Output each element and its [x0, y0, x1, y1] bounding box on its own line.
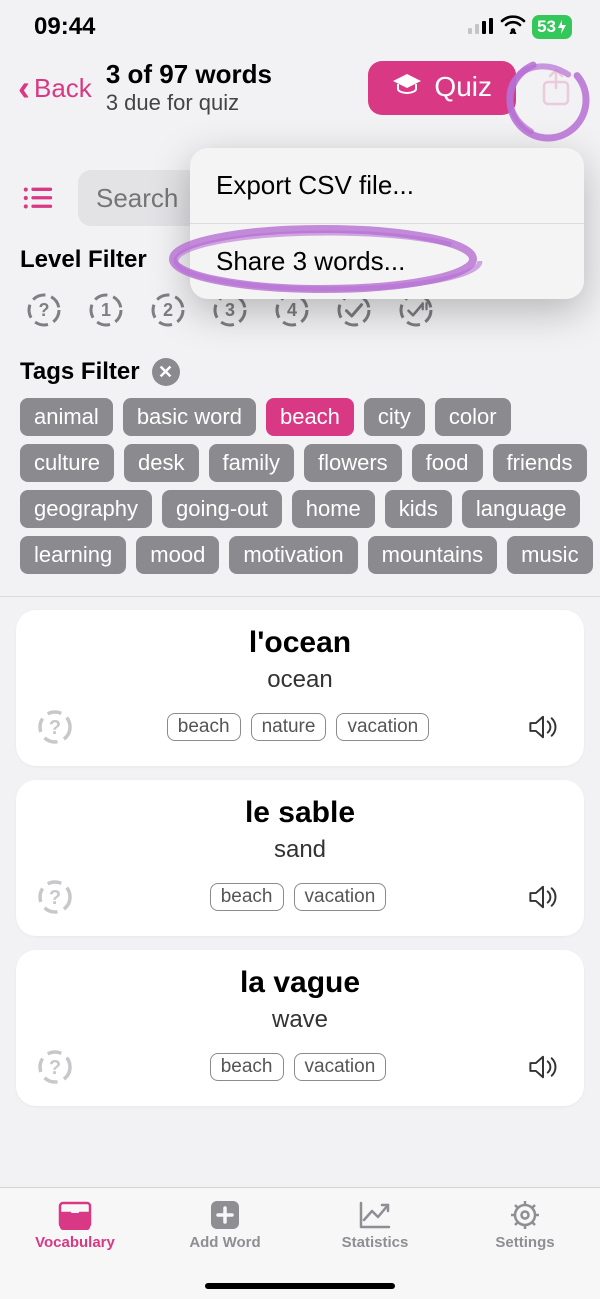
tag-mood[interactable]: mood [136, 536, 219, 574]
tag-friends[interactable]: friends [493, 444, 587, 482]
tab-vocabulary[interactable]: Vocabulary [0, 1188, 150, 1299]
word-card[interactable]: l'ocean ocean? beach nature vacation [16, 610, 584, 766]
word-tag: beach [210, 883, 284, 911]
level-filter-?[interactable]: ? [20, 286, 68, 334]
svg-text:4: 4 [287, 300, 297, 320]
word-tag: nature [251, 713, 327, 741]
share-menu: Export CSV file... Share 3 words... [190, 148, 584, 299]
page-title: 3 of 97 words [106, 60, 357, 90]
quiz-label: Quiz [434, 71, 492, 103]
tag-motivation[interactable]: motivation [229, 536, 357, 574]
word-term: le sable [36, 796, 564, 830]
tag-language[interactable]: language [462, 490, 581, 528]
share-icon [540, 68, 572, 108]
battery-percent: 53 [537, 17, 556, 37]
tag-music[interactable]: music [507, 536, 592, 574]
tag-city[interactable]: city [364, 398, 425, 436]
word-tag: vacation [294, 883, 387, 911]
word-term: l'ocean [36, 626, 564, 660]
cellular-icon [468, 13, 494, 41]
divider [0, 596, 600, 597]
level-filter-1[interactable]: 1 [82, 286, 130, 334]
tag-kids[interactable]: kids [385, 490, 452, 528]
gear-icon [506, 1198, 544, 1232]
menu-share-words[interactable]: Share 3 words... [190, 224, 584, 299]
word-translation: wave [36, 1006, 564, 1034]
title-block: 3 of 97 words 3 due for quiz [106, 60, 357, 116]
quiz-button[interactable]: Quiz [368, 61, 516, 115]
inbox-icon [56, 1198, 94, 1232]
tags-filter: Tags Filter ✕ animalbasic wordbeachcityc… [0, 358, 600, 582]
clear-tags-button[interactable]: ✕ [152, 358, 180, 386]
plus-square-icon [206, 1198, 244, 1232]
home-indicator [205, 1283, 395, 1289]
word-term: la vague [36, 966, 564, 1000]
speaker-icon [528, 1050, 558, 1084]
word-tag: vacation [294, 1053, 387, 1081]
back-button[interactable]: ‹ Back [18, 70, 98, 106]
word-card[interactable]: la vague wave? beach vacation [16, 950, 584, 1106]
menu-export-csv[interactable]: Export CSV file... [190, 148, 584, 223]
level-filter-2[interactable]: 2 [144, 286, 192, 334]
tag-family[interactable]: family [209, 444, 294, 482]
tag-food[interactable]: food [412, 444, 483, 482]
close-icon: ✕ [158, 362, 173, 383]
word-level-icon: ? [36, 1048, 74, 1086]
back-label: Back [34, 73, 92, 104]
battery-badge: 53 [532, 15, 572, 39]
speak-button[interactable] [522, 1046, 564, 1088]
tag-color[interactable]: color [435, 398, 511, 436]
svg-text:?: ? [49, 717, 61, 739]
status-right: 53 [468, 13, 572, 41]
word-level-icon: ? [36, 708, 74, 746]
speak-button[interactable] [522, 706, 564, 748]
tab-label: Statistics [342, 1234, 409, 1251]
svg-text:?: ? [49, 1057, 61, 1079]
word-translation: sand [36, 836, 564, 864]
svg-text:?: ? [39, 300, 50, 320]
svg-text:3: 3 [225, 300, 235, 320]
tag-basic-word[interactable]: basic word [123, 398, 256, 436]
tag-beach[interactable]: beach [266, 398, 354, 436]
tag-desk[interactable]: desk [124, 444, 198, 482]
word-tag: vacation [336, 713, 429, 741]
word-list: l'oceanocean?beachnaturevacationle sable… [0, 610, 600, 1106]
speaker-icon [528, 880, 558, 914]
word-tag: beach [210, 1053, 284, 1081]
page-subtitle: 3 due for quiz [106, 90, 357, 116]
tab-bar: Vocabulary Add Word Statistics Settings [0, 1187, 600, 1299]
tab-label: Vocabulary [35, 1234, 115, 1251]
chevron-left-icon: ‹ [18, 70, 30, 106]
word-card[interactable]: le sable sand? beach vacation [16, 780, 584, 936]
tag-culture[interactable]: culture [20, 444, 114, 482]
tab-label: Add Word [189, 1234, 260, 1251]
tag-learning[interactable]: learning [20, 536, 126, 574]
tab-settings[interactable]: Settings [450, 1188, 600, 1299]
word-translation: ocean [36, 666, 564, 694]
tag-flowers[interactable]: flowers [304, 444, 402, 482]
tag-geography[interactable]: geography [20, 490, 152, 528]
tag-mountains[interactable]: mountains [368, 536, 498, 574]
status-bar: 09:44 53 [0, 0, 600, 54]
sort-button[interactable] [16, 180, 60, 216]
status-time: 09:44 [34, 13, 95, 41]
svg-text:1: 1 [101, 300, 111, 320]
list-icon [22, 185, 54, 211]
svg-text:2: 2 [163, 300, 173, 320]
speaker-icon [528, 710, 558, 744]
word-tag: beach [167, 713, 241, 741]
wifi-icon [500, 13, 526, 41]
speak-button[interactable] [522, 876, 564, 918]
tags-filter-label: Tags Filter [20, 358, 140, 386]
nav-header: ‹ Back 3 of 97 words 3 due for quiz Quiz [0, 60, 600, 116]
word-level-icon: ? [36, 878, 74, 916]
svg-text:?: ? [49, 887, 61, 909]
tag-going-out[interactable]: going-out [162, 490, 282, 528]
share-button[interactable] [528, 60, 584, 116]
tab-label: Settings [495, 1234, 554, 1251]
chart-icon [356, 1198, 394, 1232]
tag-home[interactable]: home [292, 490, 375, 528]
graduation-cap-icon [392, 71, 422, 103]
tag-animal[interactable]: animal [20, 398, 113, 436]
